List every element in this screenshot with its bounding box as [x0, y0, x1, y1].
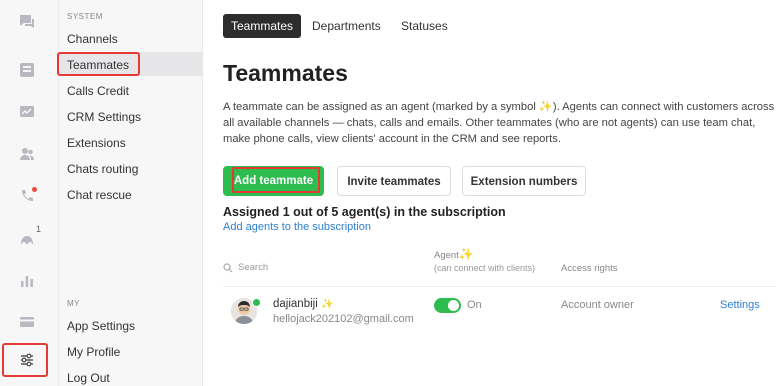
card-icon[interactable] — [16, 311, 38, 333]
sidebar-item-log-out[interactable]: Log Out — [67, 371, 110, 385]
icon-rail: 1 — [0, 0, 59, 386]
add-agents-link[interactable]: Add agents to the subscription — [223, 221, 371, 233]
teammate-email: hellojack202102@gmail.com — [273, 313, 414, 325]
sidebar-item-channels[interactable]: Channels — [67, 32, 118, 46]
agent-header-label: Agent — [434, 250, 459, 261]
main-content: Teammates Departments Statuses Teammates… — [203, 0, 776, 386]
description-text-1: A teammate can be assigned as an agent (… — [223, 101, 539, 113]
subscription-status: Assigned 1 out of 5 agent(s) in the subs… — [223, 205, 506, 219]
agent-header-sparkle-icon: ✨ — [458, 247, 474, 261]
teammate-name-text: dajianbiji — [273, 298, 318, 310]
sidebar-item-calls-credit[interactable]: Calls Credit — [67, 84, 129, 98]
notification-dot — [32, 187, 37, 192]
tab-teammates[interactable]: Teammates — [223, 14, 302, 38]
search-input[interactable]: Search — [223, 262, 268, 273]
invite-teammates-button[interactable]: Invite teammates — [337, 166, 451, 196]
access-rights-value: Account owner — [561, 299, 634, 311]
agent-toggle-label: On — [467, 299, 482, 311]
agent-toggle[interactable] — [434, 298, 461, 313]
agent-marker-icon: ✨ — [320, 299, 334, 310]
agent-column-header: Agent✨ — [434, 247, 474, 261]
contacts-icon[interactable] — [16, 143, 38, 165]
extension-numbers-button[interactable]: Extension numbers — [462, 166, 586, 196]
tab-statuses[interactable]: Statuses — [393, 14, 456, 38]
page-description: A teammate can be assigned as an agent (… — [223, 99, 775, 147]
sidebar-item-chat-rescue[interactable]: Chat rescue — [67, 188, 132, 202]
access-rights-header: Access rights — [561, 263, 618, 274]
tasks-badge: 1 — [35, 224, 41, 234]
search-placeholder: Search — [238, 262, 269, 273]
phone-icon[interactable] — [16, 185, 38, 207]
search-icon — [223, 262, 233, 272]
sidebar-item-my-profile[interactable]: My Profile — [67, 345, 120, 359]
page-title: Teammates — [223, 60, 348, 86]
online-status-dot — [252, 298, 261, 307]
stats-icon[interactable] — [16, 270, 38, 292]
sidebar-item-extensions[interactable]: Extensions — [67, 136, 126, 150]
agent-sparkle-icon: ✨ — [538, 101, 553, 113]
inbox-icon[interactable] — [16, 59, 38, 81]
teammate-name: dajianbiji ✨ — [273, 298, 333, 310]
settings-sidebar: SYSTEM Channels Teammates Calls Credit C… — [57, 0, 203, 386]
chat-icon[interactable] — [16, 11, 38, 33]
active-nav-highlight — [2, 343, 48, 377]
active-item-highlight — [57, 52, 140, 76]
tab-departments[interactable]: Departments — [304, 14, 389, 38]
reports-icon[interactable] — [16, 101, 38, 123]
table-divider — [223, 286, 776, 287]
teammate-settings-link[interactable]: Settings — [720, 299, 760, 311]
sidebar-item-app-settings[interactable]: App Settings — [67, 319, 135, 333]
agent-column-subheader: (can connect with clients) — [434, 263, 536, 273]
add-teammate-highlight — [232, 167, 320, 193]
tasks-icon[interactable]: 1 — [16, 224, 41, 250]
section-system-label: SYSTEM — [67, 12, 103, 21]
sidebar-item-chats-routing[interactable]: Chats routing — [67, 162, 138, 176]
sidebar-item-crm-settings[interactable]: CRM Settings — [67, 110, 141, 124]
section-my-label: MY — [67, 299, 80, 308]
